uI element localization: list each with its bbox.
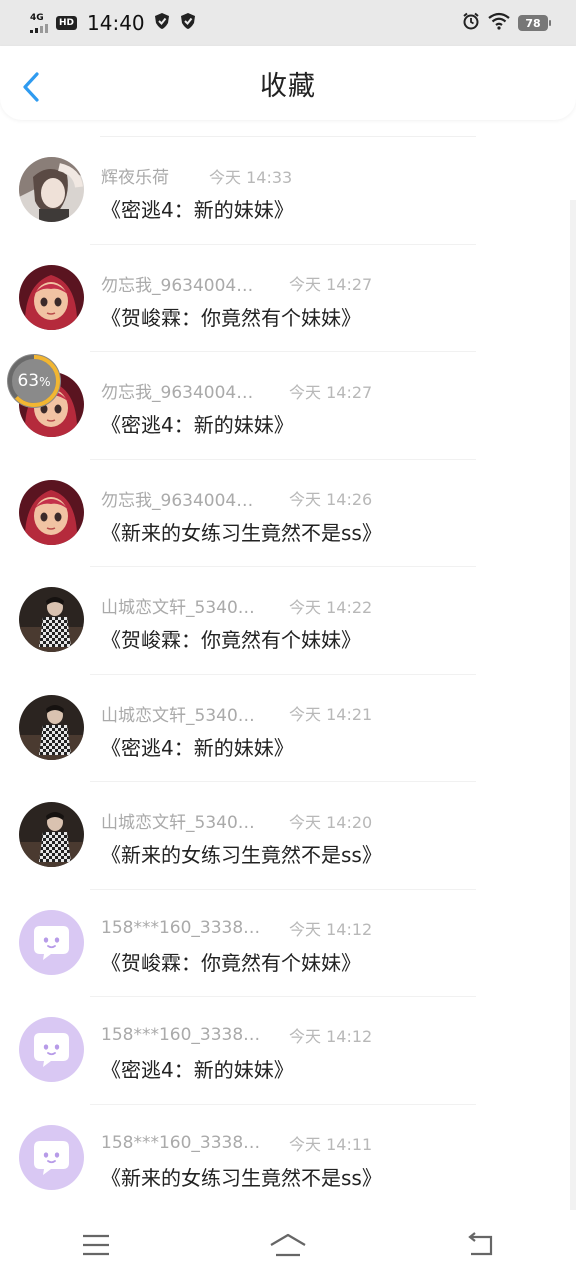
menu-button[interactable] [66,1225,126,1265]
story-title[interactable]: 《贺峻霖：你竟然有个妹妹》 [101,624,361,653]
avatar[interactable] [19,802,84,867]
story-title[interactable]: 《新来的女练习生竟然不是ss》 [101,1162,382,1191]
status-bar: 4G HD 14:40 78 [0,0,576,46]
list-item[interactable]: 158***160_3338… 今天 14:11 《新来的女练习生竟然不是ss》 [0,1105,576,1212]
list-item[interactable]: 158***160_3338… 今天 14:12 《密逃4：新的妹妹》 [0,997,576,1105]
list-item[interactable]: 勿忘我_9634004… 今天 14:27 《贺峻霖：你竟然有个妹妹》 [0,245,576,352]
scrollbar[interactable] [570,200,576,1210]
back-arrow-icon [23,72,39,102]
home-icon [270,1233,306,1257]
return-icon [468,1232,493,1256]
story-title[interactable]: 《密逃4：新的妹妹》 [101,409,294,438]
story-title[interactable]: 《新来的女练习生竟然不是ss》 [101,517,382,546]
avatar[interactable] [19,909,84,975]
avatar[interactable] [19,264,84,330]
list-item[interactable]: 勿忘我_9634004… 今天 14:26 《新来的女练习生竟然不是ss》 [0,460,576,567]
list-item[interactable]: 山城恋文轩_5340… 今天 14:20 《新来的女练习生竟然不是ss》 [0,782,576,890]
home-button[interactable] [258,1225,318,1265]
timestamp: 今天 14:33 [209,167,293,187]
list-item[interactable]: 勿忘我_9634004… 今天 14:27 《密逃4：新的妹妹》 [0,352,576,460]
battery-level: 78 [525,16,541,30]
item-meta: 158***160_3338… 今天 14:12 [101,1023,372,1047]
story-title[interactable]: 《新来的女练习生竟然不是ss》 [101,839,382,868]
avatar[interactable] [19,1017,84,1082]
alarm-icon [462,12,480,35]
author-name: 辉夜乐荷 [101,168,169,188]
list-item[interactable]: 辉夜乐荷 今天 14:33 《密逃4：新的妹妹》 [0,137,576,245]
system-nav-bar [0,1210,576,1280]
hd-badge: HD [56,16,78,30]
wifi-icon [488,12,510,35]
progress-badge[interactable]: 63% [7,354,61,408]
item-meta: 勿忘我_9634004… 今天 14:27 [101,271,372,296]
story-title[interactable]: 《密逃4：新的妹妹》 [101,194,294,223]
timestamp: 今天 14:27 [289,275,373,294]
shield-icon [179,12,197,35]
avatar[interactable] [19,157,84,222]
avatar[interactable] [19,587,84,652]
timestamp: 今天 14:12 [289,1027,373,1046]
list-item[interactable]: 山城恋文轩_5340… 今天 14:21 《密逃4：新的妹妹》 [0,675,576,782]
back-button[interactable] [18,70,46,104]
timestamp: 今天 14:11 [289,1134,373,1154]
author-name: 山城恋文轩_5340… [101,813,255,833]
story-title[interactable]: 《贺峻霖：你竟然有个妹妹》 [101,302,361,331]
signal-icon: 4G [30,12,48,33]
list-item[interactable]: 山城恋文轩_5340… 今天 14:22 《贺峻霖：你竟然有个妹妹》 [0,567,576,675]
item-meta: 勿忘我_9634004… 今天 14:27 [101,378,373,404]
favorites-list: 辉夜乐荷 今天 14:33 《密逃4：新的妹妹》 勿忘我_9634004… 今天 14:… [0,136,576,1212]
story-title[interactable]: 《密逃4：新的妹妹》 [101,1054,294,1083]
progress-unit: % [39,375,51,389]
header: 收藏 [0,46,576,120]
author-name: 158***160_3338… [101,917,261,938]
timestamp: 今天 14:27 [289,382,373,402]
item-meta: 山城恋文轩_5340… 今天 14:22 [101,593,373,619]
author-name: 勿忘我_9634004… [101,383,254,403]
item-meta: 山城恋文轩_5340… 今天 14:20 [101,808,373,834]
timestamp: 今天 14:26 [289,490,373,509]
timestamp: 今天 14:21 [289,705,373,724]
page-title: 收藏 [260,70,316,102]
story-title[interactable]: 《密逃4：新的妹妹》 [101,732,294,761]
avatar[interactable] [19,694,84,760]
status-time: 14:40 [87,11,145,35]
timestamp: 今天 14:12 [289,919,373,939]
author-name: 勿忘我_9634004… [101,275,254,296]
timestamp: 今天 14:22 [289,597,373,617]
story-title[interactable]: 《贺峻霖：你竟然有个妹妹》 [101,947,361,976]
shield-icon [153,12,171,35]
item-meta: 山城恋文轩_5340… 今天 14:21 [101,701,372,726]
author-name: 勿忘我_9634004… [101,490,254,511]
back-nav-button[interactable] [450,1225,510,1265]
item-meta: 勿忘我_9634004… 今天 14:26 [101,486,372,511]
menu-icon [83,1234,109,1256]
battery-icon: 78 [518,15,551,31]
item-meta: 158***160_3338… 今天 14:11 [101,1131,372,1155]
progress-value: 63 [17,371,40,391]
network-type: 4G [30,12,44,23]
timestamp: 今天 14:20 [289,812,373,832]
author-name: 山城恋文轩_5340… [101,598,255,618]
avatar[interactable] [19,479,84,545]
item-meta: 158***160_3338… 今天 14:12 [101,916,372,940]
avatar[interactable] [19,1124,84,1190]
list-item[interactable]: 158***160_3338… 今天 14:12 《贺峻霖：你竟然有个妹妹》 [0,890,576,997]
author-name: 158***160_3338… [101,1025,261,1045]
author-name: 158***160_3338… [101,1132,261,1153]
item-meta: 辉夜乐荷 今天 14:33 [101,163,293,189]
author-name: 山城恋文轩_5340… [101,705,255,726]
